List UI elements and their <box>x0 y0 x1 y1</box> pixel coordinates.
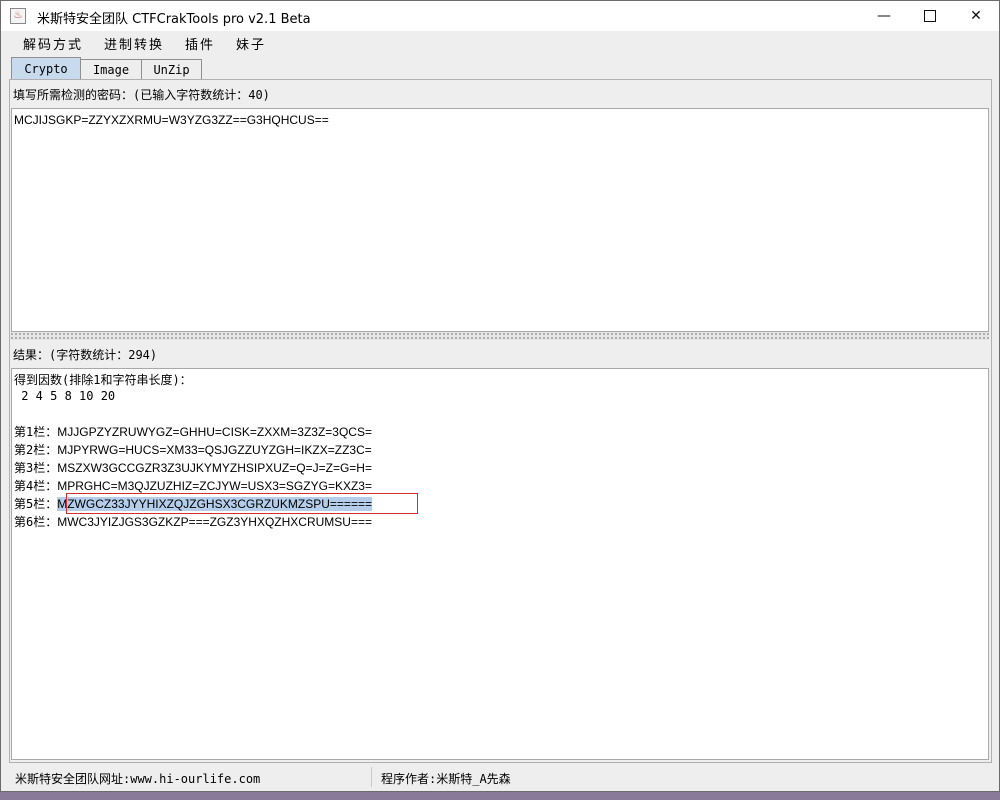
team-website-text: 米斯特安全团队网址:www.hi-ourlife.com <box>15 772 261 786</box>
tab-image[interactable]: Image <box>80 59 142 80</box>
menu-decode-method[interactable]: 解码方式 <box>23 34 83 53</box>
annotation-highlight-box <box>66 493 418 514</box>
split-pane-divider[interactable] <box>10 332 989 340</box>
result-line: 第6栏：MWC3JYIZJGS3GZKZP===ZGZ3YHXQZHXCRUMS… <box>14 515 372 529</box>
tab-bar: Crypto Image UnZip <box>1 57 999 80</box>
result-output[interactable]: 得到因数(排除1和字符串长度)： 2 4 5 8 10 20 第1栏：MJJGP… <box>11 368 989 760</box>
crypto-panel: 填写所需检测的密码：(已输入字符数统计：40) MCJIJSGKP=ZZYXZX… <box>9 79 992 763</box>
result-line: 第3栏：MSZXW3GCCGZR3Z3UJKYMYZHSIPXUZ=Q=J=Z=… <box>14 461 372 475</box>
minimize-button[interactable]: — <box>861 1 907 31</box>
close-icon: ✕ <box>970 8 982 24</box>
result-label: 结果：(字符数统计：294) <box>13 348 158 362</box>
result-line: 第2栏：MJPYRWG=HUCS=XM33=QSJGZZUYZGH=IKZX=Z… <box>14 443 372 457</box>
menu-plugins[interactable]: 插件 <box>185 34 215 53</box>
status-bar: 米斯特安全团队网址:www.hi-ourlife.com 程序作者:米斯特_A先… <box>1 765 999 789</box>
menu-meizi[interactable]: 妹子 <box>236 34 266 53</box>
window-title: 米斯特安全团队 CTFCrakTools pro v2.1 Beta <box>37 12 311 27</box>
maximize-icon <box>924 10 936 22</box>
result-line: 第4栏：MPRGHC=M3QJZUZHIZ=ZCJYW=USX3=SGZYG=K… <box>14 479 372 493</box>
menu-base-convert[interactable]: 进制转换 <box>104 34 164 53</box>
title-bar[interactable]: ♨ 米斯特安全团队 CTFCrakTools pro v2.1 Beta — ✕ <box>1 1 999 31</box>
cipher-input[interactable]: MCJIJSGKP=ZZYXZXRMU=W3YZG3ZZ==G3HQHCUS== <box>11 108 989 332</box>
app-window: ♨ 米斯特安全团队 CTFCrakTools pro v2.1 Beta — ✕… <box>0 0 1000 792</box>
result-line: 得到因数(排除1和字符串长度)： <box>14 373 192 387</box>
input-label: 填写所需检测的密码：(已输入字符数统计：40) <box>13 88 270 102</box>
tab-crypto[interactable]: Crypto <box>11 57 81 80</box>
close-button[interactable]: ✕ <box>953 1 999 31</box>
maximize-button[interactable] <box>907 1 953 31</box>
result-line: 第1栏：MJJGPZYZRUWYGZ=GHHU=CISK=ZXXM=3Z3Z=3… <box>14 425 372 439</box>
status-divider <box>371 767 372 787</box>
author-text: 程序作者:米斯特_A先森 <box>381 772 511 786</box>
java-cup-icon[interactable]: ♨ <box>10 8 26 24</box>
menu-bar: 解码方式 进制转换 插件 妹子 <box>1 31 999 55</box>
minimize-icon: — <box>877 8 891 24</box>
cipher-input-value: MCJIJSGKP=ZZYXZXRMU=W3YZG3ZZ==G3HQHCUS== <box>14 113 329 127</box>
tab-unzip[interactable]: UnZip <box>141 59 202 80</box>
result-line: 2 4 5 8 10 20 <box>14 389 116 403</box>
